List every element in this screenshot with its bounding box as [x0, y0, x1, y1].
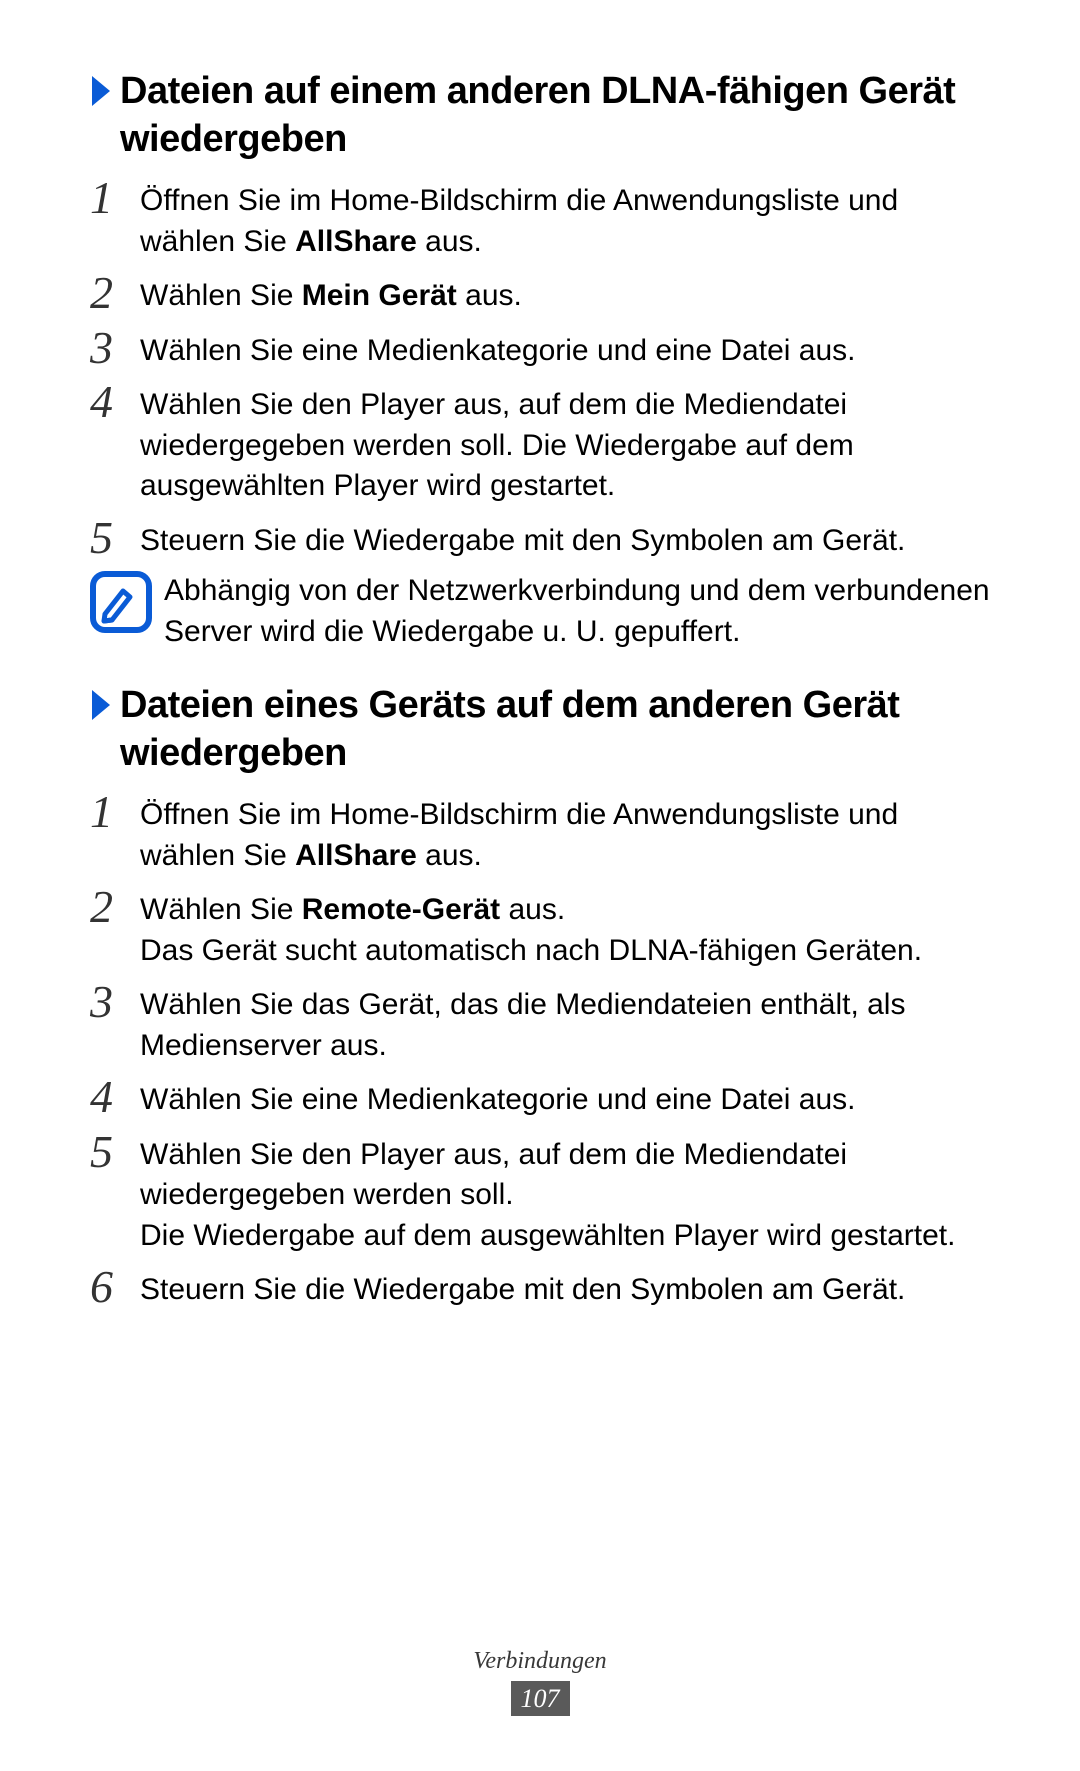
note-text: Abhängig von der Netzwerkverbindung und …: [164, 571, 990, 652]
note-icon: [90, 571, 152, 633]
step-body: Wählen Sie den Player aus, auf dem die M…: [140, 1129, 990, 1257]
heading-text: Dateien eines Geräts auf dem anderen Ger…: [120, 682, 990, 777]
step-body: Wählen Sie den Player aus, auf dem die M…: [140, 379, 990, 507]
step-item: 1 Öffnen Sie im Home-Bildschirm die Anwe…: [90, 789, 990, 876]
step-number: 2: [90, 270, 140, 316]
step-body: Öffnen Sie im Home-Bildschirm die Anwend…: [140, 175, 990, 262]
step-number: 2: [90, 884, 140, 930]
section-heading-2: Dateien eines Geräts auf dem anderen Ger…: [90, 682, 990, 777]
footer-section-label: Verbindungen: [0, 1648, 1080, 1675]
step-body: Wählen Sie Mein Gerät aus.: [140, 270, 990, 317]
steps-list-2: 1 Öffnen Sie im Home-Bildschirm die Anwe…: [90, 789, 990, 1311]
step-item: 3 Wählen Sie das Gerät, das die Medienda…: [90, 979, 990, 1066]
step-number: 1: [90, 175, 140, 221]
step-item: 1 Öffnen Sie im Home-Bildschirm die Anwe…: [90, 175, 990, 262]
step-number: 3: [90, 325, 140, 371]
page-footer: Verbindungen 107: [0, 1648, 1080, 1716]
step-body: Wählen Sie das Gerät, das die Mediendate…: [140, 979, 990, 1066]
step-number: 4: [90, 1074, 140, 1120]
step-item: 5 Steuern Sie die Wiedergabe mit den Sym…: [90, 515, 990, 562]
step-item: 3 Wählen Sie eine Medienkategorie und ei…: [90, 325, 990, 372]
step-number: 4: [90, 379, 140, 425]
step-item: 4 Wählen Sie den Player aus, auf dem die…: [90, 379, 990, 507]
step-body: Steuern Sie die Wiedergabe mit den Symbo…: [140, 515, 990, 562]
step-number: 5: [90, 515, 140, 561]
note-block: Abhängig von der Netzwerkverbindung und …: [90, 571, 990, 652]
step-item: 2 Wählen Sie Remote-Gerät aus.Das Gerät …: [90, 884, 990, 971]
chevron-right-icon: [90, 74, 112, 108]
step-item: 6 Steuern Sie die Wiedergabe mit den Sym…: [90, 1264, 990, 1311]
step-body: Wählen Sie Remote-Gerät aus.Das Gerät su…: [140, 884, 990, 971]
step-item: 4 Wählen Sie eine Medienkategorie und ei…: [90, 1074, 990, 1121]
step-number: 3: [90, 979, 140, 1025]
chevron-right-icon: [90, 688, 112, 722]
page-number: 107: [511, 1681, 570, 1716]
step-body: Öffnen Sie im Home-Bildschirm die Anwend…: [140, 789, 990, 876]
step-number: 5: [90, 1129, 140, 1175]
step-body: Steuern Sie die Wiedergabe mit den Symbo…: [140, 1264, 990, 1311]
steps-list-1: 1 Öffnen Sie im Home-Bildschirm die Anwe…: [90, 175, 990, 561]
step-item: 5 Wählen Sie den Player aus, auf dem die…: [90, 1129, 990, 1257]
heading-text: Dateien auf einem anderen DLNA-fähigen G…: [120, 68, 990, 163]
step-number: 1: [90, 789, 140, 835]
step-body: Wählen Sie eine Medienkategorie und eine…: [140, 1074, 990, 1121]
page: Dateien auf einem anderen DLNA-fähigen G…: [0, 0, 1080, 1771]
step-number: 6: [90, 1264, 140, 1310]
section-heading-1: Dateien auf einem anderen DLNA-fähigen G…: [90, 68, 990, 163]
step-item: 2 Wählen Sie Mein Gerät aus.: [90, 270, 990, 317]
step-body: Wählen Sie eine Medienkategorie und eine…: [140, 325, 990, 372]
